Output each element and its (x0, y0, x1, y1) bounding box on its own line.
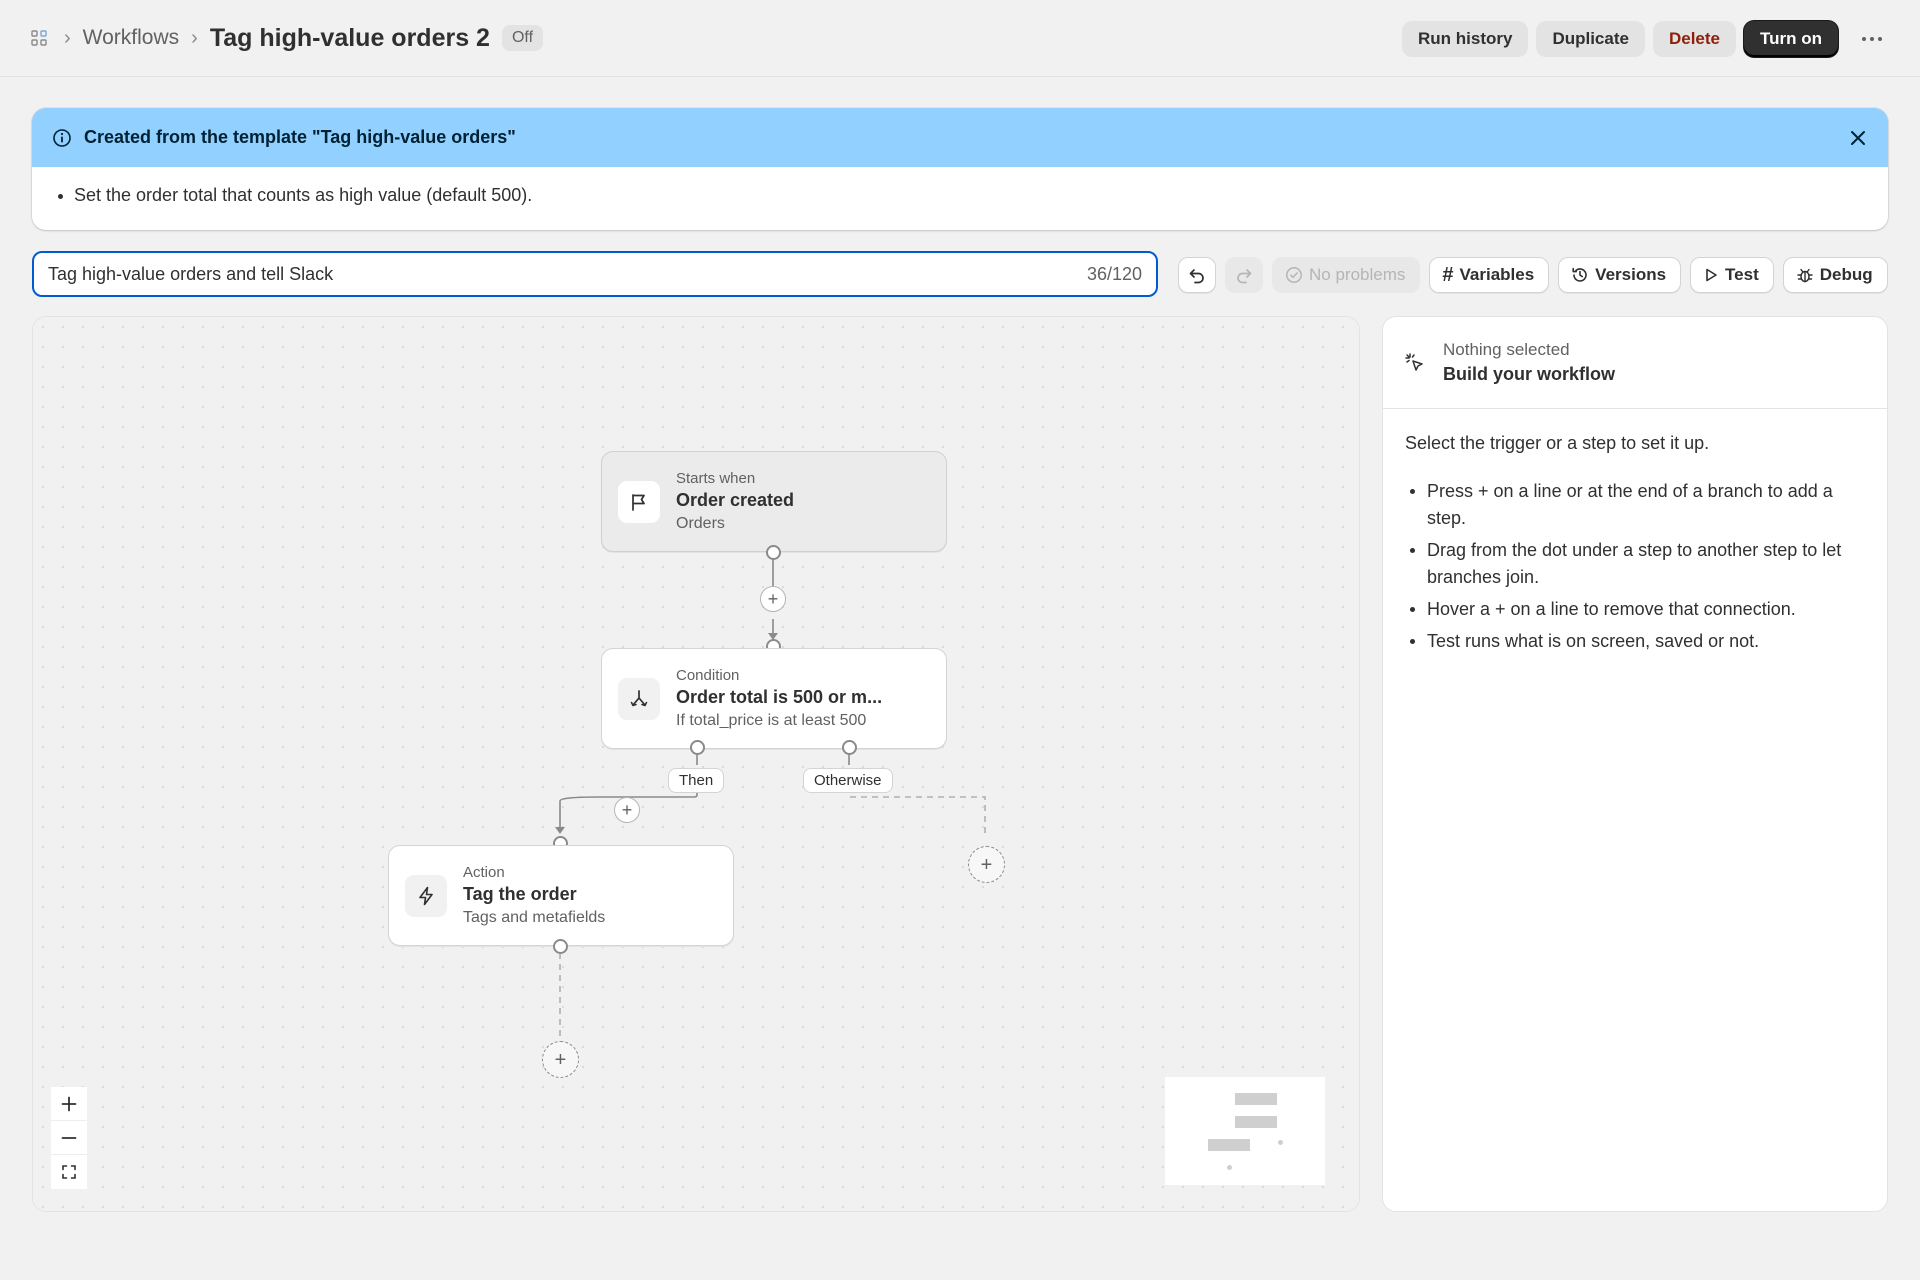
delete-button[interactable]: Delete (1652, 21, 1736, 57)
condition-node[interactable]: Condition Order total is 500 or m... If … (601, 648, 947, 749)
minimap-dot (1227, 1165, 1232, 1170)
run-history-button[interactable]: Run history (1401, 21, 1529, 57)
variables-label: Variables (1459, 265, 1535, 284)
problems-status-button[interactable]: No problems (1272, 257, 1421, 293)
redo-button[interactable] (1225, 257, 1263, 293)
minimap-node (1208, 1139, 1250, 1151)
banner-item: Set the order total that counts as high … (58, 185, 1888, 206)
more-actions-icon[interactable] (1852, 21, 1892, 57)
panel-body: Select the trigger or a step to set it u… (1383, 409, 1887, 655)
trigger-output-port[interactable] (766, 545, 781, 560)
tip-item: Test runs what is on screen, saved or no… (1405, 628, 1865, 655)
chevron-right-icon: › (191, 26, 198, 49)
panel-kicker: Nothing selected (1443, 340, 1570, 359)
action-output-port[interactable] (553, 939, 568, 954)
condition-subtitle: If total_price is at least 500 (676, 712, 867, 729)
problems-status-label: No problems (1309, 265, 1406, 284)
tip-item: Press + on a line or at the end of a bra… (1405, 478, 1865, 532)
editor-toolbar: No problems # Variables Versions Test De… (1178, 257, 1888, 293)
apps-icon[interactable] (28, 27, 50, 49)
add-step-button[interactable]: + (614, 797, 640, 823)
condition-kind: Condition (676, 667, 740, 684)
action-subtitle: Tags and metafields (463, 909, 606, 926)
minimap-node (1235, 1116, 1277, 1128)
workflow-name-input[interactable] (48, 263, 1087, 285)
trigger-kind: Starts when (676, 470, 756, 487)
trigger-title: Order created (676, 490, 795, 510)
fit-view-icon[interactable] (51, 1155, 87, 1189)
cursor-click-icon (1403, 351, 1427, 375)
bug-icon (1797, 268, 1813, 283)
undo-button[interactable] (1178, 257, 1216, 293)
panel-header: Nothing selected Build your workflow (1383, 317, 1887, 409)
test-label: Test (1725, 265, 1759, 284)
panel-title: Build your workflow (1443, 364, 1616, 384)
condition-title: Order total is 500 or m... (676, 687, 883, 707)
duplicate-button[interactable]: Duplicate (1536, 21, 1645, 57)
check-circle-icon (1286, 267, 1302, 283)
banner-body: Set the order total that counts as high … (32, 167, 1888, 206)
versions-label: Versions (1595, 265, 1667, 284)
zoom-controls (51, 1087, 87, 1189)
tip-item: Hover a + on a line to remove that conne… (1405, 596, 1865, 623)
breadcrumb-workflows-link[interactable]: Workflows (83, 26, 179, 50)
app-frame: › Workflows › Tag high-value orders 2 Of… (0, 0, 1920, 1280)
inspector-panel: Nothing selected Build your workflow Sel… (1382, 316, 1888, 1212)
breadcrumb: › Workflows › Tag high-value orders 2 Of… (28, 23, 544, 53)
workflow-name-field[interactable]: 36/120 (32, 251, 1158, 297)
minimap[interactable] (1165, 1077, 1325, 1185)
action-kind: Action (463, 864, 505, 881)
header-actions: Run history Duplicate Delete Turn on (1401, 21, 1892, 57)
tip-item: Drag from the dot under a step to anothe… (1405, 537, 1865, 591)
trigger-subtitle: Orders (676, 515, 725, 532)
add-step-button[interactable]: + (760, 586, 786, 612)
tips-list: Press + on a line or at the end of a bra… (1405, 478, 1865, 655)
redo-icon (1237, 269, 1252, 284)
close-icon[interactable] (1846, 126, 1870, 150)
flag-icon (618, 480, 660, 523)
zoom-in-icon[interactable] (51, 1087, 87, 1121)
zoom-out-icon[interactable] (51, 1121, 87, 1155)
action-node[interactable]: Action Tag the order Tags and metafields (388, 845, 734, 946)
info-icon (52, 128, 72, 148)
add-otherwise-step-button[interactable]: + (968, 846, 1005, 883)
then-branch-label: Then (668, 768, 725, 793)
panel-intro: Select the trigger or a step to set it u… (1405, 433, 1710, 453)
play-icon (1706, 268, 1717, 282)
template-banner: Created from the template "Tag high-valu… (32, 108, 1888, 230)
character-counter: 36/120 (1086, 263, 1142, 284)
debug-label: Debug (1819, 265, 1873, 284)
otherwise-output-port[interactable] (842, 740, 857, 755)
banner-header: Created from the template "Tag high-valu… (32, 108, 1888, 167)
history-icon (1572, 267, 1587, 282)
minimap-node (1235, 1093, 1277, 1105)
hash-icon: # (1442, 264, 1454, 286)
page-title: Tag high-value orders 2 (209, 23, 490, 52)
status-badge: Off (501, 25, 544, 51)
chevron-right-icon: › (64, 26, 71, 49)
workflow-canvas[interactable]: Starts when Order created Orders + Condi… (32, 316, 1360, 1212)
top-bar: › Workflows › Tag high-value orders 2 Of… (0, 0, 1920, 77)
trigger-node[interactable]: Starts when Order created Orders (601, 451, 947, 552)
variables-button[interactable]: # Variables (1429, 257, 1550, 293)
banner-title: Created from the template "Tag high-valu… (84, 127, 516, 147)
debug-button[interactable]: Debug (1782, 257, 1888, 293)
action-title: Tag the order (463, 884, 577, 904)
undo-icon (1189, 269, 1204, 284)
versions-button[interactable]: Versions (1558, 257, 1682, 293)
add-final-step-button[interactable]: + (542, 1041, 579, 1078)
branch-icon (618, 677, 660, 720)
lightning-icon (405, 874, 447, 917)
turn-on-button[interactable]: Turn on (1744, 21, 1838, 57)
test-button[interactable]: Test (1690, 257, 1774, 293)
then-output-port[interactable] (690, 740, 705, 755)
minimap-dot (1278, 1140, 1283, 1145)
otherwise-branch-label: Otherwise (803, 768, 893, 793)
